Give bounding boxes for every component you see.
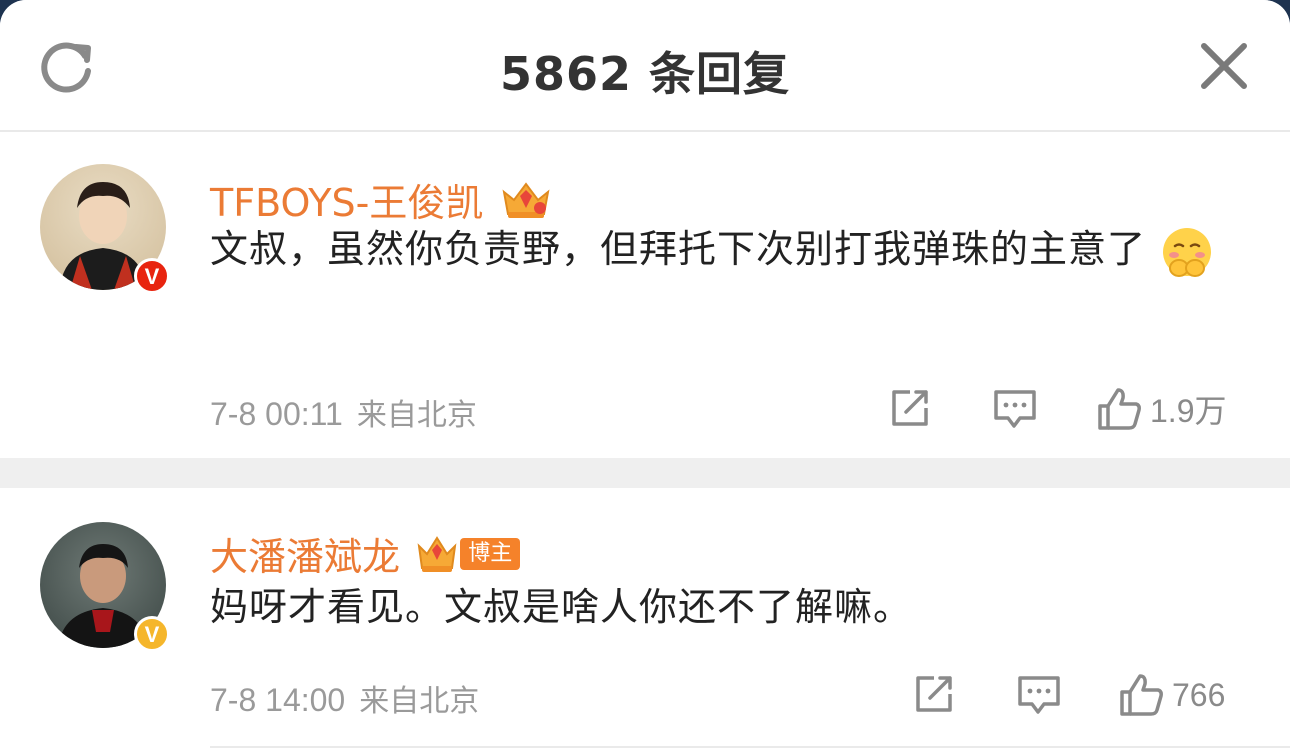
crown-badge-icon — [417, 535, 457, 572]
comment-text-content: 文叔，虽然你负责野，但拜托下次别打我弹珠的主意了 — [210, 227, 1147, 271]
comment-icon[interactable] — [1016, 672, 1062, 716]
comment-meta: 7-8 00:11 来自北京 — [210, 390, 477, 434]
avatar[interactable]: V — [40, 522, 170, 652]
crown-badge-icon — [502, 181, 550, 218]
bottom-divider — [210, 746, 1290, 748]
like-count: 766 — [1172, 676, 1226, 713]
thumbs-up-icon — [1098, 388, 1141, 430]
comment-location: 来自北京 — [356, 398, 477, 433]
blogger-badge: 博主 — [460, 537, 521, 570]
share-icon[interactable] — [912, 672, 956, 716]
close-icon[interactable] — [1198, 40, 1250, 92]
comment-text: 妈呀才看见。文叔是啥人你还不了解嘛。 — [210, 578, 1230, 636]
comment-meta: 7-8 14:00 来自北京 — [210, 676, 479, 720]
username[interactable]: TFBOYS-王俊凯 — [210, 172, 483, 227]
replies-header: 5862 条回复 — [0, 0, 1290, 132]
share-icon[interactable] — [888, 386, 932, 430]
comment-time: 7-8 00:11 — [210, 396, 343, 432]
replies-count-title: 5862 条回复 — [499, 47, 791, 101]
username[interactable]: 大潘潘斌龙 — [210, 526, 400, 581]
comment-location: 来自北京 — [359, 684, 480, 719]
thumbs-up-icon — [1120, 674, 1163, 716]
like-button[interactable]: 766 — [1118, 672, 1225, 720]
comment-item: V TFBOYS-王俊凯 文叔，虽然你负责野，但拜托下次别打我弹珠的主意了 7-… — [0, 130, 1290, 458]
verified-badge: V — [134, 616, 170, 652]
comment-icon[interactable] — [992, 386, 1038, 430]
name-row: 大潘潘斌龙 博主 — [210, 526, 521, 579]
comment-time: 7-8 14:00 — [210, 682, 346, 718]
comment-text-content: 妈呀才看见。文叔是啥人你还不了解嘛。 — [210, 585, 913, 629]
like-count: 1.9万 — [1150, 393, 1227, 429]
replies-sheet: 5862 条回复 V TFBOYS-王俊凯 文叔，虽然你负责野，但拜托下次别打我… — [0, 0, 1290, 750]
verified-badge: V — [134, 258, 170, 294]
comment-text: 文叔，虽然你负责野，但拜托下次别打我弹珠的主意了 — [210, 220, 1230, 280]
like-button[interactable]: 1.9万 — [1096, 386, 1227, 434]
name-row: TFBOYS-王俊凯 — [210, 172, 554, 225]
comment-item: V 大潘潘斌龙 博主 妈呀才看见。文叔是啥人你还不了解嘛。 7-8 14:00 来… — [0, 488, 1290, 750]
avatar[interactable]: V — [40, 164, 170, 294]
shy-face-emoji-icon — [1163, 227, 1212, 277]
comment-divider — [0, 458, 1290, 488]
